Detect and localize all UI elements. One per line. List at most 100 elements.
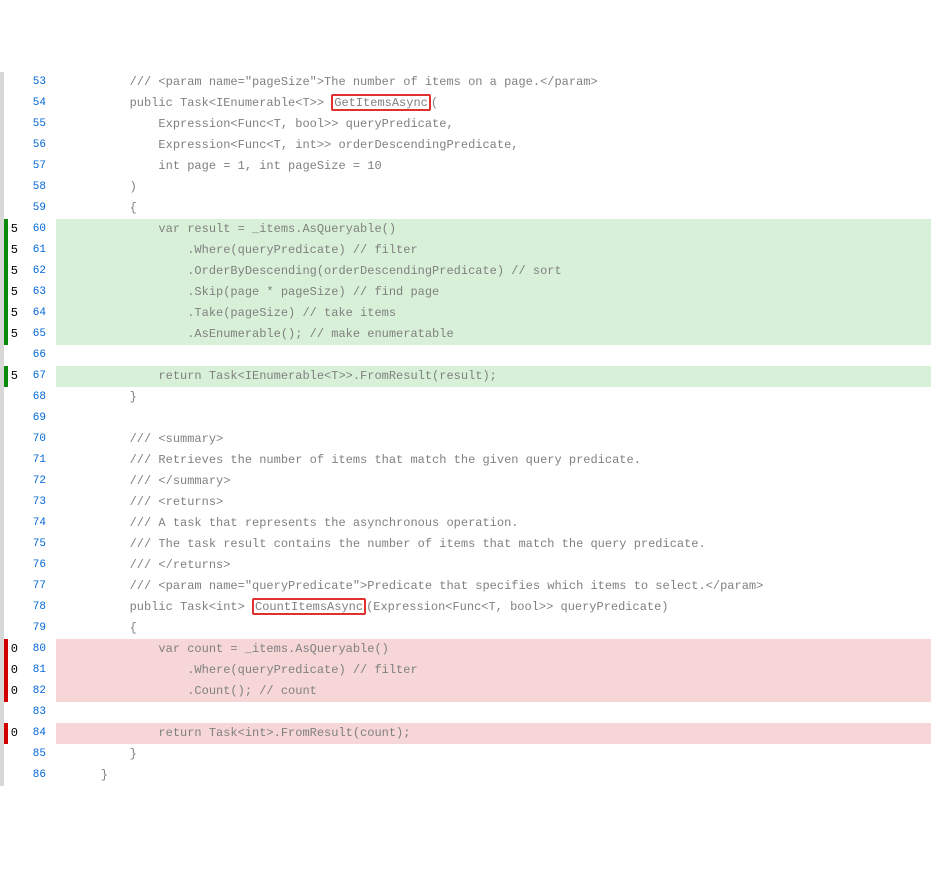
code-cell: /// <param name="pageSize">The number of…: [56, 72, 931, 93]
coverage-mark-icon: [4, 660, 8, 681]
method-name-highlight[interactable]: GetItemsAsync: [331, 94, 431, 111]
hit-count: 5: [4, 366, 22, 387]
line-number[interactable]: 77: [22, 576, 56, 597]
hit-count: [4, 408, 22, 429]
line-number[interactable]: 85: [22, 744, 56, 765]
hit-count: 5: [4, 261, 22, 282]
line-number[interactable]: 79: [22, 618, 56, 639]
hit-count: [4, 555, 22, 576]
hit-count: [4, 387, 22, 408]
code-cell: Expression<Func<T, int>> orderDescending…: [56, 135, 931, 156]
line-number[interactable]: 58: [22, 177, 56, 198]
line-number[interactable]: 86: [22, 765, 56, 786]
line-number[interactable]: 82: [22, 681, 56, 702]
line-number[interactable]: 67: [22, 366, 56, 387]
hit-count-value: 5: [11, 306, 18, 320]
code-cell: [56, 345, 931, 366]
code-line: 53 /// <param name="pageSize">The number…: [0, 72, 931, 93]
code-line: 86 }: [0, 765, 931, 786]
hit-count-value: 5: [11, 264, 18, 278]
code-line: 79 {: [0, 618, 931, 639]
code-cell: .Where(queryPredicate) // filter: [56, 240, 931, 261]
hit-count-value: 0: [11, 726, 18, 740]
code-text: return Task<int>.FromResult(count);: [72, 726, 410, 740]
code-text: public Task<int>: [72, 600, 252, 614]
line-number[interactable]: 73: [22, 492, 56, 513]
coverage-mark-icon: [4, 681, 8, 702]
code-line: 082 .Count(); // count: [0, 681, 931, 702]
line-number[interactable]: 69: [22, 408, 56, 429]
line-number[interactable]: 74: [22, 513, 56, 534]
code-line: 68 }: [0, 387, 931, 408]
hit-count-value: 5: [11, 369, 18, 383]
line-number[interactable]: 83: [22, 702, 56, 723]
line-number[interactable]: 65: [22, 324, 56, 345]
line-number[interactable]: 63: [22, 282, 56, 303]
hit-count: [4, 513, 22, 534]
code-cell: }: [56, 765, 931, 786]
line-number[interactable]: 80: [22, 639, 56, 660]
line-number[interactable]: 61: [22, 240, 56, 261]
code-text: .Where(queryPredicate) // filter: [72, 243, 418, 257]
hit-count-value: 0: [11, 642, 18, 656]
code-cell: int page = 1, int pageSize = 10: [56, 156, 931, 177]
code-cell: /// <returns>: [56, 492, 931, 513]
line-number[interactable]: 71: [22, 450, 56, 471]
code-text: .Skip(page * pageSize) // find page: [72, 285, 439, 299]
line-number[interactable]: 57: [22, 156, 56, 177]
hit-count: 0: [4, 660, 22, 681]
code-text: /// Retrieves the number of items that m…: [72, 453, 641, 467]
line-number[interactable]: 70: [22, 429, 56, 450]
line-number[interactable]: 54: [22, 93, 56, 114]
line-number[interactable]: 60: [22, 219, 56, 240]
code-text: /// <param name="queryPredicate">Predica…: [72, 579, 763, 593]
hit-count-value: 5: [11, 222, 18, 236]
line-number[interactable]: 55: [22, 114, 56, 135]
code-text: {: [72, 621, 137, 635]
method-name-highlight[interactable]: CountItemsAsync: [252, 598, 366, 615]
hit-count-value: 5: [11, 243, 18, 257]
code-text: /// </returns>: [72, 558, 230, 572]
code-cell: Expression<Func<T, bool>> queryPredicate…: [56, 114, 931, 135]
line-number[interactable]: 59: [22, 198, 56, 219]
line-number[interactable]: 72: [22, 471, 56, 492]
code-text: var result = _items.AsQueryable(): [72, 222, 396, 236]
coverage-mark-icon: [4, 261, 8, 282]
code-line: 72 /// </summary>: [0, 471, 931, 492]
line-number[interactable]: 84: [22, 723, 56, 744]
line-number[interactable]: 81: [22, 660, 56, 681]
code-line: 59 {: [0, 198, 931, 219]
code-cell: public Task<int> CountItemsAsync(Express…: [56, 597, 931, 618]
hit-count: [4, 114, 22, 135]
code-text-after: (: [431, 96, 438, 110]
code-cell: }: [56, 387, 931, 408]
line-number[interactable]: 53: [22, 72, 56, 93]
code-text: /// <returns>: [72, 495, 223, 509]
hit-count: [4, 576, 22, 597]
hit-count-value: 5: [11, 327, 18, 341]
line-number[interactable]: 56: [22, 135, 56, 156]
line-number[interactable]: 64: [22, 303, 56, 324]
code-cell: [56, 702, 931, 723]
code-text: Expression<Func<T, bool>> queryPredicate…: [72, 117, 454, 131]
code-line: 78 public Task<int> CountItemsAsync(Expr…: [0, 597, 931, 618]
line-number[interactable]: 66: [22, 345, 56, 366]
coverage-mark-icon: [4, 366, 8, 387]
code-text: ): [72, 180, 137, 194]
hit-count: 0: [4, 681, 22, 702]
hit-count: [4, 744, 22, 765]
code-text: .OrderByDescending(orderDescendingPredic…: [72, 264, 562, 278]
line-number[interactable]: 62: [22, 261, 56, 282]
code-line: 080 var count = _items.AsQueryable(): [0, 639, 931, 660]
code-text: return Task<IEnumerable<T>>.FromResult(r…: [72, 369, 497, 383]
code-line: 5 61 .Where(queryPredicate) // filter: [0, 240, 931, 261]
line-number[interactable]: 68: [22, 387, 56, 408]
code-line: 73 /// <returns>: [0, 492, 931, 513]
code-coverage-viewer: 53 /// <param name="pageSize">The number…: [0, 72, 931, 786]
line-number[interactable]: 78: [22, 597, 56, 618]
code-line: 75 /// The task result contains the numb…: [0, 534, 931, 555]
line-number[interactable]: 76: [22, 555, 56, 576]
line-number[interactable]: 75: [22, 534, 56, 555]
code-line: 563 .Skip(page * pageSize) // find page: [0, 282, 931, 303]
code-cell: [56, 408, 931, 429]
